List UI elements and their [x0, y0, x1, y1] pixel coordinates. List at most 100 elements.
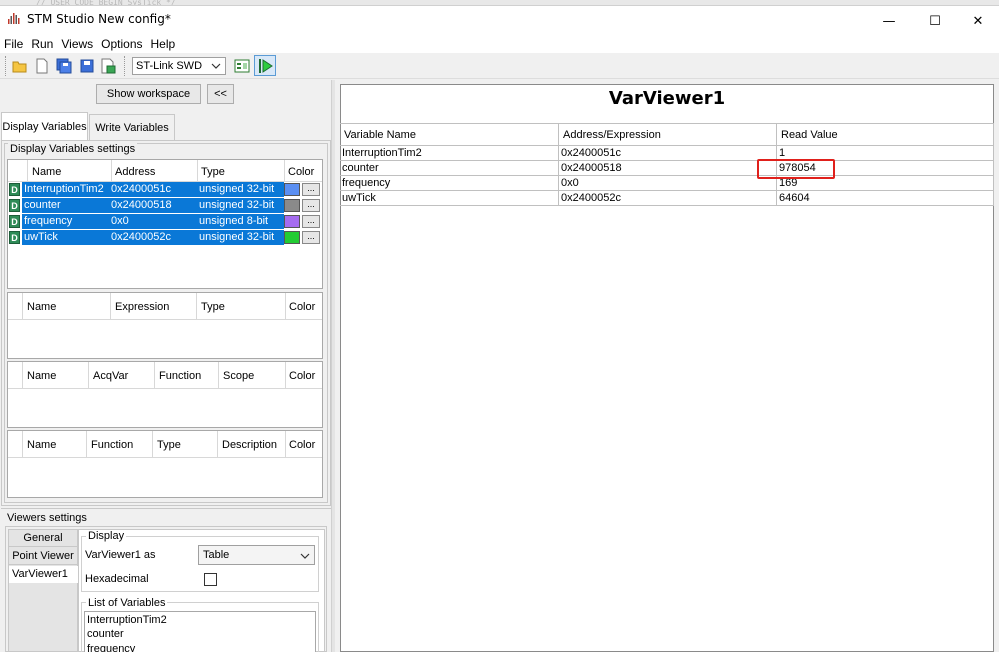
cell-variable-name: frequency	[342, 177, 391, 189]
column-header-address[interactable]: Address	[112, 160, 198, 182]
column-header-type[interactable]: Type	[197, 293, 286, 320]
menu-options[interactable]: Options	[97, 36, 146, 53]
tab-display-variables[interactable]: Display Variables	[1, 112, 88, 141]
variable-address: 0x24000518	[111, 199, 172, 211]
column-header-function[interactable]: Function	[155, 362, 219, 389]
display-variables-settings-title: Display Variables settings	[8, 143, 138, 155]
list-of-variables-title: List of Variables	[86, 597, 168, 609]
column-header-color[interactable]: Color	[286, 293, 322, 320]
cell-variable-name: InterruptionTim2	[342, 147, 422, 159]
cell-variable-name: uwTick	[342, 192, 376, 204]
new-file-icon[interactable]	[33, 57, 51, 75]
close-button[interactable]: ✕	[955, 6, 999, 36]
color-picker-button[interactable]: ...	[302, 215, 320, 228]
variable-type: unsigned 32-bit	[199, 183, 275, 195]
list-item[interactable]: InterruptionTim2	[85, 612, 315, 627]
cell-read-value: 1	[779, 147, 786, 159]
column-header-type[interactable]: Type	[198, 160, 285, 182]
table-header-spacer	[8, 362, 23, 389]
column-header-acqvar[interactable]: AcqVar	[89, 362, 155, 389]
display-badge: D	[9, 199, 20, 212]
run-button[interactable]	[254, 55, 276, 76]
settings-panel-icon[interactable]	[233, 57, 251, 75]
list-of-variables[interactable]: InterruptionTim2 counter frequency	[84, 611, 316, 652]
column-header-read-value[interactable]: Read Value	[779, 127, 989, 141]
variable-address: 0x2400052c	[111, 231, 171, 243]
column-header-color[interactable]: Color	[286, 362, 322, 389]
hexadecimal-checkbox[interactable]	[204, 573, 217, 586]
column-header-function[interactable]: Function	[87, 431, 153, 458]
variable-address: 0x0	[111, 215, 129, 227]
open-folder-icon[interactable]	[11, 57, 29, 75]
viewer-tab-point-viewer[interactable]: Point Viewer	[9, 548, 77, 565]
list-item[interactable]: counter	[85, 627, 315, 642]
table-header-spacer	[8, 160, 28, 182]
viewer-tab-varviewer1[interactable]: VarViewer1	[9, 566, 79, 583]
variable-name: frequency	[24, 215, 73, 227]
column-header-name[interactable]: Name	[23, 431, 87, 458]
toolbar-separator	[124, 56, 126, 76]
table-header-spacer	[8, 293, 23, 320]
cell-read-value: 64604	[779, 192, 810, 204]
display-group-title: Display	[86, 530, 127, 542]
menu-views[interactable]: Views	[57, 36, 97, 53]
color-picker-button[interactable]: ...	[302, 183, 320, 196]
collapse-button[interactable]: <<	[207, 84, 234, 104]
cell-variable-name: counter	[342, 162, 379, 174]
color-picker-button[interactable]: ...	[302, 231, 320, 244]
cell-address: 0x0	[561, 177, 579, 189]
viewer-as-label: VarViewer1 as	[85, 549, 156, 561]
column-header-expression[interactable]: Expression	[111, 293, 197, 320]
menu-bar: File Run Views Options Help	[0, 36, 999, 53]
tab-write-variables[interactable]: Write Variables	[89, 114, 175, 141]
chevron-down-icon	[300, 553, 310, 559]
variable-name: uwTick	[24, 231, 58, 243]
viewer-tab-general[interactable]: General	[9, 530, 77, 547]
variable-name: counter	[24, 199, 61, 211]
menu-file[interactable]: File	[0, 36, 27, 53]
display-badge: D	[9, 231, 20, 244]
color-swatch[interactable]	[284, 183, 300, 196]
expressions-table: Name Expression Type Color	[7, 292, 323, 359]
table-row[interactable]: D InterruptionTim2 0x2400051c unsigned 32-b…	[8, 182, 321, 197]
variable-name: InterruptionTim2	[24, 183, 104, 195]
color-picker-button[interactable]: ...	[302, 199, 320, 212]
column-header-address-expression[interactable]: Address/Expression	[561, 127, 771, 141]
column-header-name[interactable]: Name	[23, 293, 111, 320]
table-row[interactable]: Dcounter 0x24000518 unsigned 32-bit...	[8, 198, 321, 213]
column-header-scope[interactable]: Scope	[219, 362, 286, 389]
minimize-button[interactable]: —	[866, 6, 912, 36]
maximize-button[interactable]: ☐	[912, 6, 958, 36]
variables-table: Name Address Type Color D InterruptionTim…	[7, 159, 323, 289]
viewer-as-select[interactable]: Table	[198, 545, 315, 565]
table-row[interactable]: DuwTick 0x2400052c unsigned 32-bit...	[8, 230, 321, 245]
hexadecimal-label: Hexadecimal	[85, 573, 149, 585]
display-badge: D	[9, 183, 20, 196]
column-header-color[interactable]: Color	[286, 431, 322, 458]
play-icon	[259, 59, 273, 73]
column-header-type[interactable]: Type	[153, 431, 218, 458]
export-icon[interactable]	[99, 57, 117, 75]
column-header-color[interactable]: Color	[285, 160, 322, 182]
column-header-name[interactable]: Name	[28, 160, 112, 182]
color-swatch[interactable]	[284, 231, 300, 244]
color-swatch[interactable]	[284, 215, 300, 228]
show-workspace-button[interactable]: Show workspace	[96, 84, 201, 104]
chevron-down-icon	[211, 63, 221, 69]
column-header-name[interactable]: Name	[23, 362, 89, 389]
save-icon[interactable]	[78, 57, 96, 75]
varviewer-title: VarViewer1	[608, 88, 726, 109]
toolbar-grip	[5, 56, 7, 76]
variable-type: unsigned 32-bit	[199, 231, 275, 243]
save-all-icon[interactable]	[55, 57, 73, 75]
column-header-description[interactable]: Description	[218, 431, 286, 458]
menu-help[interactable]: Help	[147, 36, 180, 53]
acquisition-table: Name AcqVar Function Scope Color	[7, 361, 323, 428]
list-item[interactable]: frequency	[85, 642, 315, 652]
table-row[interactable]: Dfrequency 0x0 unsigned 8-bit...	[8, 214, 321, 229]
color-swatch[interactable]	[284, 199, 300, 212]
menu-run[interactable]: Run	[27, 36, 57, 53]
column-header-variable-name[interactable]: Variable Name	[342, 127, 552, 141]
cell-address: 0x2400052c	[561, 192, 621, 204]
variable-type: unsigned 8-bit	[199, 215, 269, 227]
